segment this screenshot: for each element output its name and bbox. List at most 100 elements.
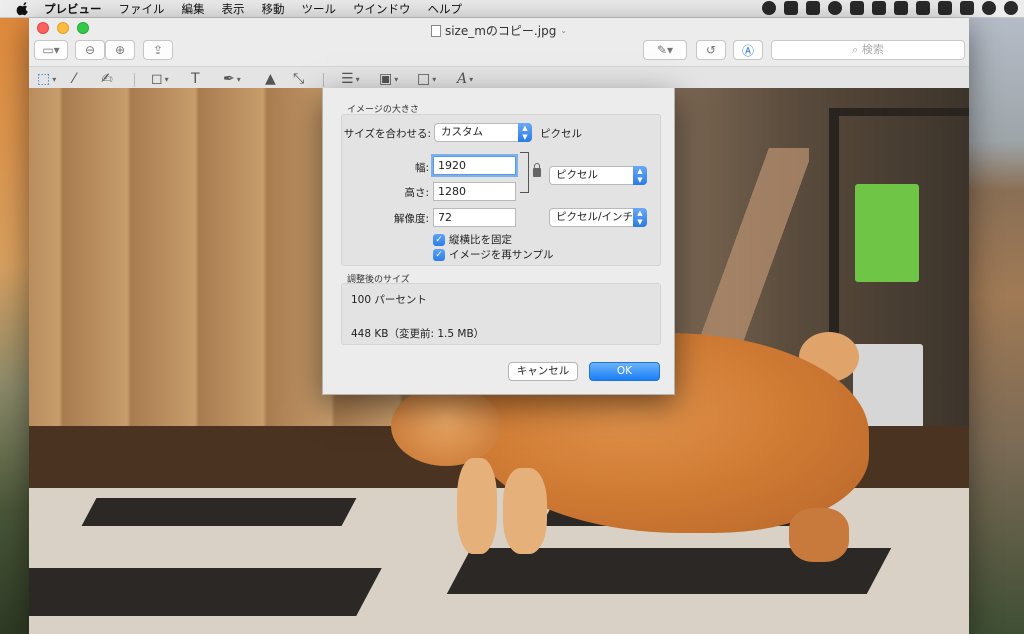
instant-alpha-tool[interactable]: ⁄ xyxy=(73,71,75,87)
sketch-icon: ✍ xyxy=(101,71,113,87)
search-icon: ⌕ xyxy=(852,43,862,56)
menu-view[interactable]: 表示 xyxy=(222,1,245,17)
info-icon[interactable] xyxy=(762,1,776,15)
close-button[interactable] xyxy=(37,22,49,34)
shapes-tool[interactable]: ◻ ▾ xyxy=(151,71,169,87)
fit-into-label: サイズを合わせる: xyxy=(343,128,431,140)
photo-cat-leg xyxy=(457,458,497,554)
resolution-field[interactable]: 72 xyxy=(433,208,516,227)
markup-toolbar-button[interactable]: Ⓐ xyxy=(733,40,763,60)
fit-into-value: カスタム xyxy=(441,126,483,138)
menu-go[interactable]: 移動 xyxy=(262,1,285,17)
ok-button[interactable]: OK xyxy=(589,362,660,381)
chevron-updown-icon: ▲ ▼ xyxy=(518,123,532,142)
sign-tool[interactable]: ✒ ▾ xyxy=(223,71,241,87)
highlight-button[interactable]: ✎▾ xyxy=(643,40,687,60)
resolution-label: 解像度: xyxy=(393,213,429,225)
resolution-unit-popup[interactable]: ピクセル/インチ ▲ ▼ xyxy=(549,208,647,227)
signature-icon: ✒ xyxy=(223,71,235,87)
font-icon: A xyxy=(457,71,468,87)
floor-tile xyxy=(81,498,357,526)
text-tool[interactable]: T xyxy=(191,71,200,87)
desktop-wallpaper-left xyxy=(0,18,30,634)
menu-file[interactable]: ファイル xyxy=(119,1,165,17)
resulting-percent: 100 パーセント xyxy=(351,294,427,306)
markup-icon: Ⓐ xyxy=(741,43,754,58)
window-title[interactable]: size_mのコピー.jpg ⌄ xyxy=(430,22,568,39)
border-color-tool[interactable]: ▣ ▾ xyxy=(379,71,398,87)
resample-label: イメージを再サンプル xyxy=(449,249,554,261)
height-label: 高さ: xyxy=(404,187,429,199)
keep-ratio-checkbox[interactable]: ✓ 縦横比を固定 xyxy=(433,232,512,247)
rect-selection-tool[interactable]: ⬚ ▾ xyxy=(37,71,56,87)
resolution-unit-value: ピクセル/インチ xyxy=(556,211,634,223)
rotate-button[interactable]: ↺ xyxy=(696,40,726,60)
shapes-icon: ◻ xyxy=(151,71,163,87)
rotate-icon: ↺ xyxy=(705,43,717,57)
resize-icon: ⤡ xyxy=(293,71,305,87)
share-icon: ⇪ xyxy=(152,43,164,57)
status-icons xyxy=(762,1,1018,15)
zoom-out-button[interactable]: ⊖ xyxy=(75,40,105,60)
fit-into-unit: ピクセル xyxy=(540,128,582,140)
desktop-wallpaper-right xyxy=(968,18,1024,634)
menu-edit[interactable]: 編集 xyxy=(182,1,205,17)
rect-select-icon: ⬚ xyxy=(37,71,51,87)
document-icon xyxy=(430,24,441,37)
adjust-size-tool[interactable]: ⤡ xyxy=(293,71,304,87)
calendar-icon[interactable] xyxy=(806,1,820,15)
search-placeholder: 検索 xyxy=(861,43,884,56)
menu-help[interactable]: ヘルプ xyxy=(428,1,463,17)
keep-ratio-label: 縦横比を固定 xyxy=(449,234,512,246)
zoom-out-icon: ⊖ xyxy=(84,43,96,57)
sketch-tool[interactable]: ✍ xyxy=(101,71,113,87)
search-field[interactable]: ⌕ 検索 xyxy=(771,40,965,60)
layout-icon[interactable] xyxy=(872,1,886,15)
cloud-icon[interactable] xyxy=(850,1,864,15)
fit-into-popup[interactable]: カスタム ▲ ▼ xyxy=(434,123,532,142)
zoom-button[interactable] xyxy=(77,22,89,34)
evernote-icon[interactable] xyxy=(784,1,798,15)
airplay-icon[interactable] xyxy=(960,1,974,15)
text-style-tool[interactable]: A ▾ xyxy=(457,71,473,87)
photo-cat-leg xyxy=(789,508,849,562)
chevron-updown-icon: ▲ ▼ xyxy=(633,166,647,185)
time-machine-icon[interactable] xyxy=(982,1,996,15)
flag-icon[interactable] xyxy=(916,1,930,15)
width-label: 幅: xyxy=(414,162,429,174)
share-button[interactable]: ⇪ xyxy=(143,40,173,60)
size-unit-popup[interactable]: ピクセル ▲ ▼ xyxy=(549,166,647,185)
display-icon[interactable] xyxy=(938,1,952,15)
checkmark-icon: ✓ xyxy=(433,233,445,246)
adjust-color-tool[interactable]: ▲ xyxy=(265,71,276,87)
size-unit-value: ピクセル xyxy=(556,169,598,181)
height-field[interactable]: 1280 xyxy=(433,182,516,201)
menu-tools[interactable]: ツール xyxy=(302,1,337,17)
resample-checkbox[interactable]: ✓ イメージを再サンプル xyxy=(433,247,553,262)
zoom-in-button[interactable]: ⊕ xyxy=(105,40,135,60)
pen-icon: ✎▾ xyxy=(656,43,674,57)
adjust-size-dialog: イメージの大きさ サイズを合わせる: カスタム ▲ ▼ ピクセル 幅: 1920 … xyxy=(322,88,675,395)
menu-app-preview[interactable]: プレビュー xyxy=(44,1,102,17)
toolbar: ▭▾ ⊖ ⊕ ⇪ ✎▾ ↺ Ⓐ ⌕ 検索 xyxy=(29,40,969,66)
floor-tile xyxy=(29,568,382,616)
sidebar-toggle-button[interactable]: ▭▾ xyxy=(34,40,68,60)
menu-window[interactable]: ウインドウ xyxy=(353,1,411,17)
lock-icon[interactable] xyxy=(533,163,541,177)
title-bar: size_mのコピー.jpg ⌄ xyxy=(29,18,969,40)
line-style-tool[interactable]: ☰ ▾ xyxy=(341,71,360,87)
width-field[interactable]: 1920 xyxy=(433,156,516,175)
bluetooth-icon[interactable] xyxy=(1004,1,1018,15)
fill-color-tool[interactable]: □ ▾ xyxy=(417,71,436,87)
apple-icon[interactable] xyxy=(16,1,30,16)
link-bracket xyxy=(520,152,529,193)
shield-icon[interactable] xyxy=(828,1,842,15)
sidebar-icon: ▭▾ xyxy=(42,43,60,57)
chevron-updown-icon: ▲ ▼ xyxy=(633,208,647,227)
chevron-down-icon: ⌄ xyxy=(560,26,568,35)
cancel-button[interactable]: キャンセル xyxy=(508,362,578,381)
minimize-button[interactable] xyxy=(57,22,69,34)
border-color-icon: ▣ xyxy=(379,71,393,87)
gear-icon[interactable] xyxy=(894,1,908,15)
line-style-icon: ☰ xyxy=(341,71,354,87)
